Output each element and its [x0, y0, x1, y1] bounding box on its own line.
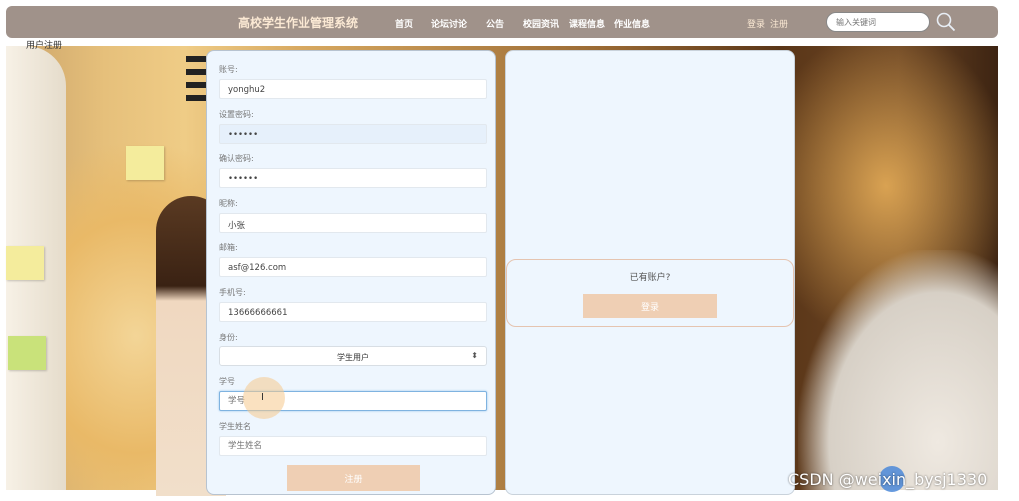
register-form: 账号: yonghu2 设置密码: •••••• 确认密码: •••••• 昵称…: [206, 50, 496, 495]
nav-item-news[interactable]: 校园资讯: [523, 17, 559, 30]
register-button[interactable]: 注册: [287, 465, 420, 491]
nickname-field[interactable]: 小张: [219, 213, 487, 233]
nav-item-forum[interactable]: 论坛讨论: [431, 17, 467, 30]
select-caret-icon: ⬍: [471, 351, 478, 360]
sticky-note-image: [126, 146, 164, 180]
cursor-highlight: [243, 377, 285, 419]
nav-item-homework[interactable]: 作业信息: [614, 17, 650, 30]
login-panel: 已有账户? 登录: [505, 50, 795, 495]
account-field[interactable]: yonghu2: [219, 79, 487, 99]
nav-item-courses[interactable]: 课程信息: [569, 17, 605, 30]
lamp-shade-image: [798, 250, 998, 490]
sticky-note-image: [6, 246, 44, 280]
wall-vent-image: [186, 56, 206, 106]
text-cursor-icon: I: [261, 392, 264, 403]
search-input[interactable]: [826, 12, 930, 32]
email-field[interactable]: asf@126.com: [219, 257, 487, 277]
student-name-label: 学生姓名: [219, 422, 251, 431]
login-box: 已有账户? 登录: [506, 259, 794, 327]
nav-item-home[interactable]: 首页: [395, 17, 413, 30]
phone-field[interactable]: 13666666661: [219, 302, 487, 322]
site-title[interactable]: 高校学生作业管理系统: [238, 14, 358, 31]
password-field[interactable]: ••••••: [219, 124, 487, 144]
nickname-label: 昵称:: [219, 199, 238, 208]
identity-value: 学生用户: [337, 353, 369, 362]
nav-register-link[interactable]: 注册: [770, 17, 788, 30]
account-label: 账号:: [219, 65, 238, 74]
search-icon[interactable]: [935, 11, 957, 33]
login-question: 已有账户?: [629, 273, 671, 283]
identity-label: 身份:: [219, 333, 238, 342]
background-photo: [6, 46, 998, 496]
nav-login-link[interactable]: 登录: [747, 17, 765, 30]
password-label: 设置密码:: [219, 110, 254, 119]
login-button[interactable]: 登录: [583, 294, 717, 318]
breadcrumb: 用户注册: [26, 41, 63, 51]
watermark: CSDN @weixin_bysj1330: [788, 470, 988, 489]
top-navbar: 高校学生作业管理系统 首页 论坛讨论 公告 校园资讯 课程信息 作业信息 登录 …: [6, 6, 998, 38]
phone-label: 手机号:: [219, 288, 246, 297]
identity-select[interactable]: 学生用户 ⬍: [219, 346, 487, 366]
email-label: 邮箱:: [219, 243, 238, 252]
sticky-note-image: [8, 336, 46, 370]
student-name-field[interactable]: [219, 436, 487, 456]
student-id-label: 学号: [219, 377, 235, 386]
confirm-password-field[interactable]: ••••••: [219, 168, 487, 188]
confirm-password-label: 确认密码:: [219, 154, 254, 163]
nav-item-notice[interactable]: 公告: [486, 17, 504, 30]
